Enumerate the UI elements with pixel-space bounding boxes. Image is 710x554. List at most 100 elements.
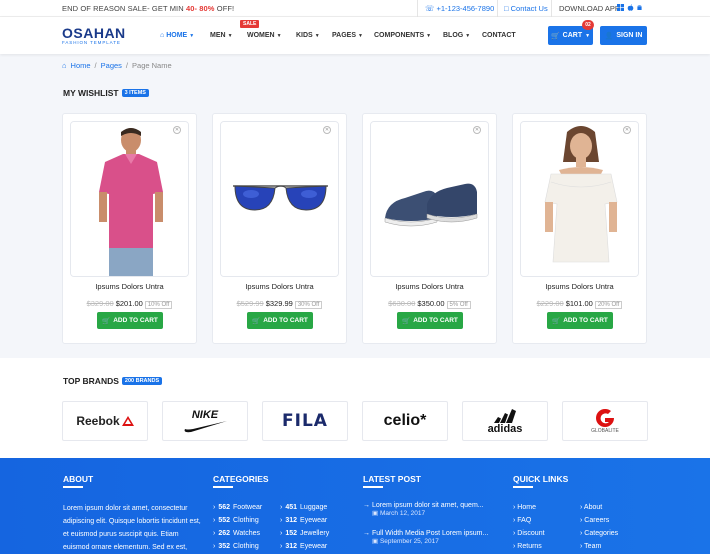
brand-adidas[interactable]: adidas bbox=[462, 401, 548, 441]
footer-quick-links-title: QUICK LINKS bbox=[513, 474, 569, 484]
nav-contact[interactable]: CONTACT bbox=[482, 32, 516, 39]
product-title[interactable]: Ipsums Dolors Untra bbox=[513, 282, 646, 291]
chevron-right-icon: › bbox=[213, 543, 216, 550]
quick-link-label: Categories bbox=[584, 530, 619, 537]
chevron-right-icon: › bbox=[213, 504, 216, 511]
globalite-wordmark: GLOBALITE bbox=[591, 428, 619, 434]
category-link[interactable]: › 552 Clothing bbox=[213, 517, 259, 524]
latest-post[interactable]: → Lorem ipsum dolor sit amet, quem... ▣ … bbox=[363, 502, 484, 517]
chevron-right-icon: › bbox=[213, 517, 216, 524]
add-to-cart-button[interactable]: 🛒 ADD TO CART bbox=[547, 312, 613, 329]
category-link[interactable]: › 562 Footwear bbox=[213, 504, 262, 511]
nav-contact-label: CONTACT bbox=[482, 32, 516, 39]
chevron-right-icon: › bbox=[280, 504, 283, 511]
adidas-wordmark: adidas bbox=[487, 423, 523, 435]
category-link[interactable]: › 152 Jewellery bbox=[280, 530, 329, 537]
quick-link[interactable]: › Team bbox=[580, 543, 601, 550]
product-price: $329.00 $201.00 10% Off bbox=[63, 299, 196, 309]
breadcrumb-home[interactable]: Home bbox=[71, 61, 91, 70]
chevron-right-icon: › bbox=[580, 530, 583, 537]
quick-link[interactable]: › Discount bbox=[513, 530, 545, 537]
chevron-right-icon: › bbox=[280, 530, 283, 537]
apple-icon[interactable] bbox=[627, 4, 634, 11]
chevron-down-icon: ▼ bbox=[465, 33, 471, 39]
product-title[interactable]: Ipsums Dolors Untra bbox=[213, 282, 346, 291]
nav-home[interactable]: ⌂ HOME ▼ bbox=[160, 32, 194, 39]
current-price: $101.00 bbox=[565, 299, 593, 308]
wishlist-title: MY WISHLIST bbox=[63, 88, 119, 98]
category-link[interactable]: › 352 Clothing bbox=[213, 543, 259, 550]
nav-women[interactable]: WOMEN ▼ bbox=[247, 32, 282, 39]
product-image[interactable]: ✕ bbox=[520, 121, 639, 277]
add-to-cart-button[interactable]: 🛒 ADD TO CART bbox=[397, 312, 463, 329]
quick-link[interactable]: › Returns bbox=[513, 543, 542, 550]
current-price: $329.99 bbox=[265, 299, 293, 308]
nav-women-label: WOMEN bbox=[247, 32, 275, 39]
quick-link[interactable]: › Home bbox=[513, 504, 536, 511]
brand-celio[interactable]: celio* bbox=[362, 401, 448, 441]
brands-count-badge: 200 BRANDS bbox=[121, 377, 163, 385]
footer-categories-title: CATEGORIES bbox=[213, 474, 269, 484]
nav-components[interactable]: COMPONENTS ▼ bbox=[374, 32, 431, 39]
cart-icon: 🛒 bbox=[252, 317, 261, 325]
chevron-down-icon: ▼ bbox=[189, 33, 195, 39]
chevron-right-icon: › bbox=[580, 517, 583, 524]
brand-nike[interactable]: NIKE bbox=[162, 401, 248, 441]
old-price: $529.99 bbox=[236, 299, 264, 308]
product-title[interactable]: Ipsums Dolors Untra bbox=[63, 282, 196, 291]
remove-icon[interactable]: ✕ bbox=[323, 126, 331, 134]
quick-link[interactable]: › Categories bbox=[580, 530, 618, 537]
arrow-right-icon: → bbox=[363, 530, 370, 537]
category-name: Eyewear bbox=[300, 517, 328, 524]
nav-blog[interactable]: BLOG ▼ bbox=[443, 32, 470, 39]
brand-globalite[interactable]: GLOBALITE bbox=[562, 401, 648, 441]
main-header: OSAHAN FASHION TEMPLATE ⌂ HOME ▼ MEN ▼ SAL… bbox=[0, 17, 710, 54]
category-link[interactable]: › 262 Watches bbox=[213, 530, 260, 537]
nav-kids[interactable]: KIDS ▼ bbox=[296, 32, 320, 39]
footer: ABOUT Lorem ipsum dolor sit amet, consec… bbox=[0, 458, 710, 554]
latest-post[interactable]: → Full Width Media Post Lorem ipsum... ▣… bbox=[363, 530, 488, 545]
nav-kids-label: KIDS bbox=[296, 32, 313, 39]
add-to-cart-button[interactable]: 🛒 ADD TO CART bbox=[247, 312, 313, 329]
divider bbox=[497, 0, 498, 17]
cart-icon: 🛒 bbox=[552, 317, 561, 325]
fila-logo: FILA bbox=[282, 411, 328, 431]
contact-link[interactable]: □ Contact Us bbox=[504, 4, 548, 13]
phone-link[interactable]: ☏ +1-123-456-7890 bbox=[425, 4, 494, 13]
product-image[interactable]: ✕ bbox=[70, 121, 189, 277]
quick-link-label: Discount bbox=[517, 530, 545, 537]
android-icon[interactable] bbox=[636, 4, 643, 11]
category-link[interactable]: › 312 Eyewear bbox=[280, 517, 327, 524]
wishlist-count-badge: 3 ITEMS bbox=[121, 89, 149, 97]
product-image[interactable]: ✕ bbox=[220, 121, 339, 277]
cart-label: CART bbox=[562, 32, 583, 39]
site-logo[interactable]: OSAHAN FASHION TEMPLATE bbox=[62, 25, 126, 45]
remove-icon[interactable]: ✕ bbox=[173, 126, 181, 134]
chevron-right-icon: › bbox=[513, 504, 516, 511]
category-link[interactable]: › 451 Luggage bbox=[280, 504, 327, 511]
windows-icon[interactable] bbox=[617, 4, 624, 11]
nav-components-label: COMPONENTS bbox=[374, 32, 425, 39]
brand-reebok[interactable]: Reebok bbox=[62, 401, 148, 441]
white-off-shoulder-top-image bbox=[521, 122, 638, 276]
category-link[interactable]: › 312 Eyewear bbox=[280, 543, 327, 550]
quick-link[interactable]: › About bbox=[580, 504, 602, 511]
adidas-logo: adidas bbox=[487, 407, 523, 435]
remove-icon[interactable]: ✕ bbox=[473, 126, 481, 134]
brand-fila[interactable]: FILA bbox=[262, 401, 348, 441]
product-title[interactable]: Ipsums Dolors Untra bbox=[363, 282, 496, 291]
remove-icon[interactable]: ✕ bbox=[623, 126, 631, 134]
add-to-cart-button[interactable]: 🛒 ADD TO CART bbox=[97, 312, 163, 329]
breadcrumb-pages[interactable]: Pages bbox=[101, 61, 122, 70]
nav-home-label: HOME bbox=[166, 32, 188, 39]
sign-in-button[interactable]: 👤 SIGN IN bbox=[600, 26, 647, 45]
product-image[interactable]: ✕ bbox=[370, 121, 489, 277]
nav-pages[interactable]: PAGES ▼ bbox=[332, 32, 363, 39]
quick-link-label: About bbox=[583, 504, 603, 511]
nav-men[interactable]: MEN ▼ bbox=[210, 32, 233, 39]
category-name: Clothing bbox=[233, 517, 259, 524]
category-name: Eyewear bbox=[300, 543, 328, 550]
nike-swoosh-icon bbox=[184, 421, 227, 433]
quick-link[interactable]: › Careers bbox=[580, 517, 609, 524]
quick-link[interactable]: › FAQ bbox=[513, 517, 531, 524]
